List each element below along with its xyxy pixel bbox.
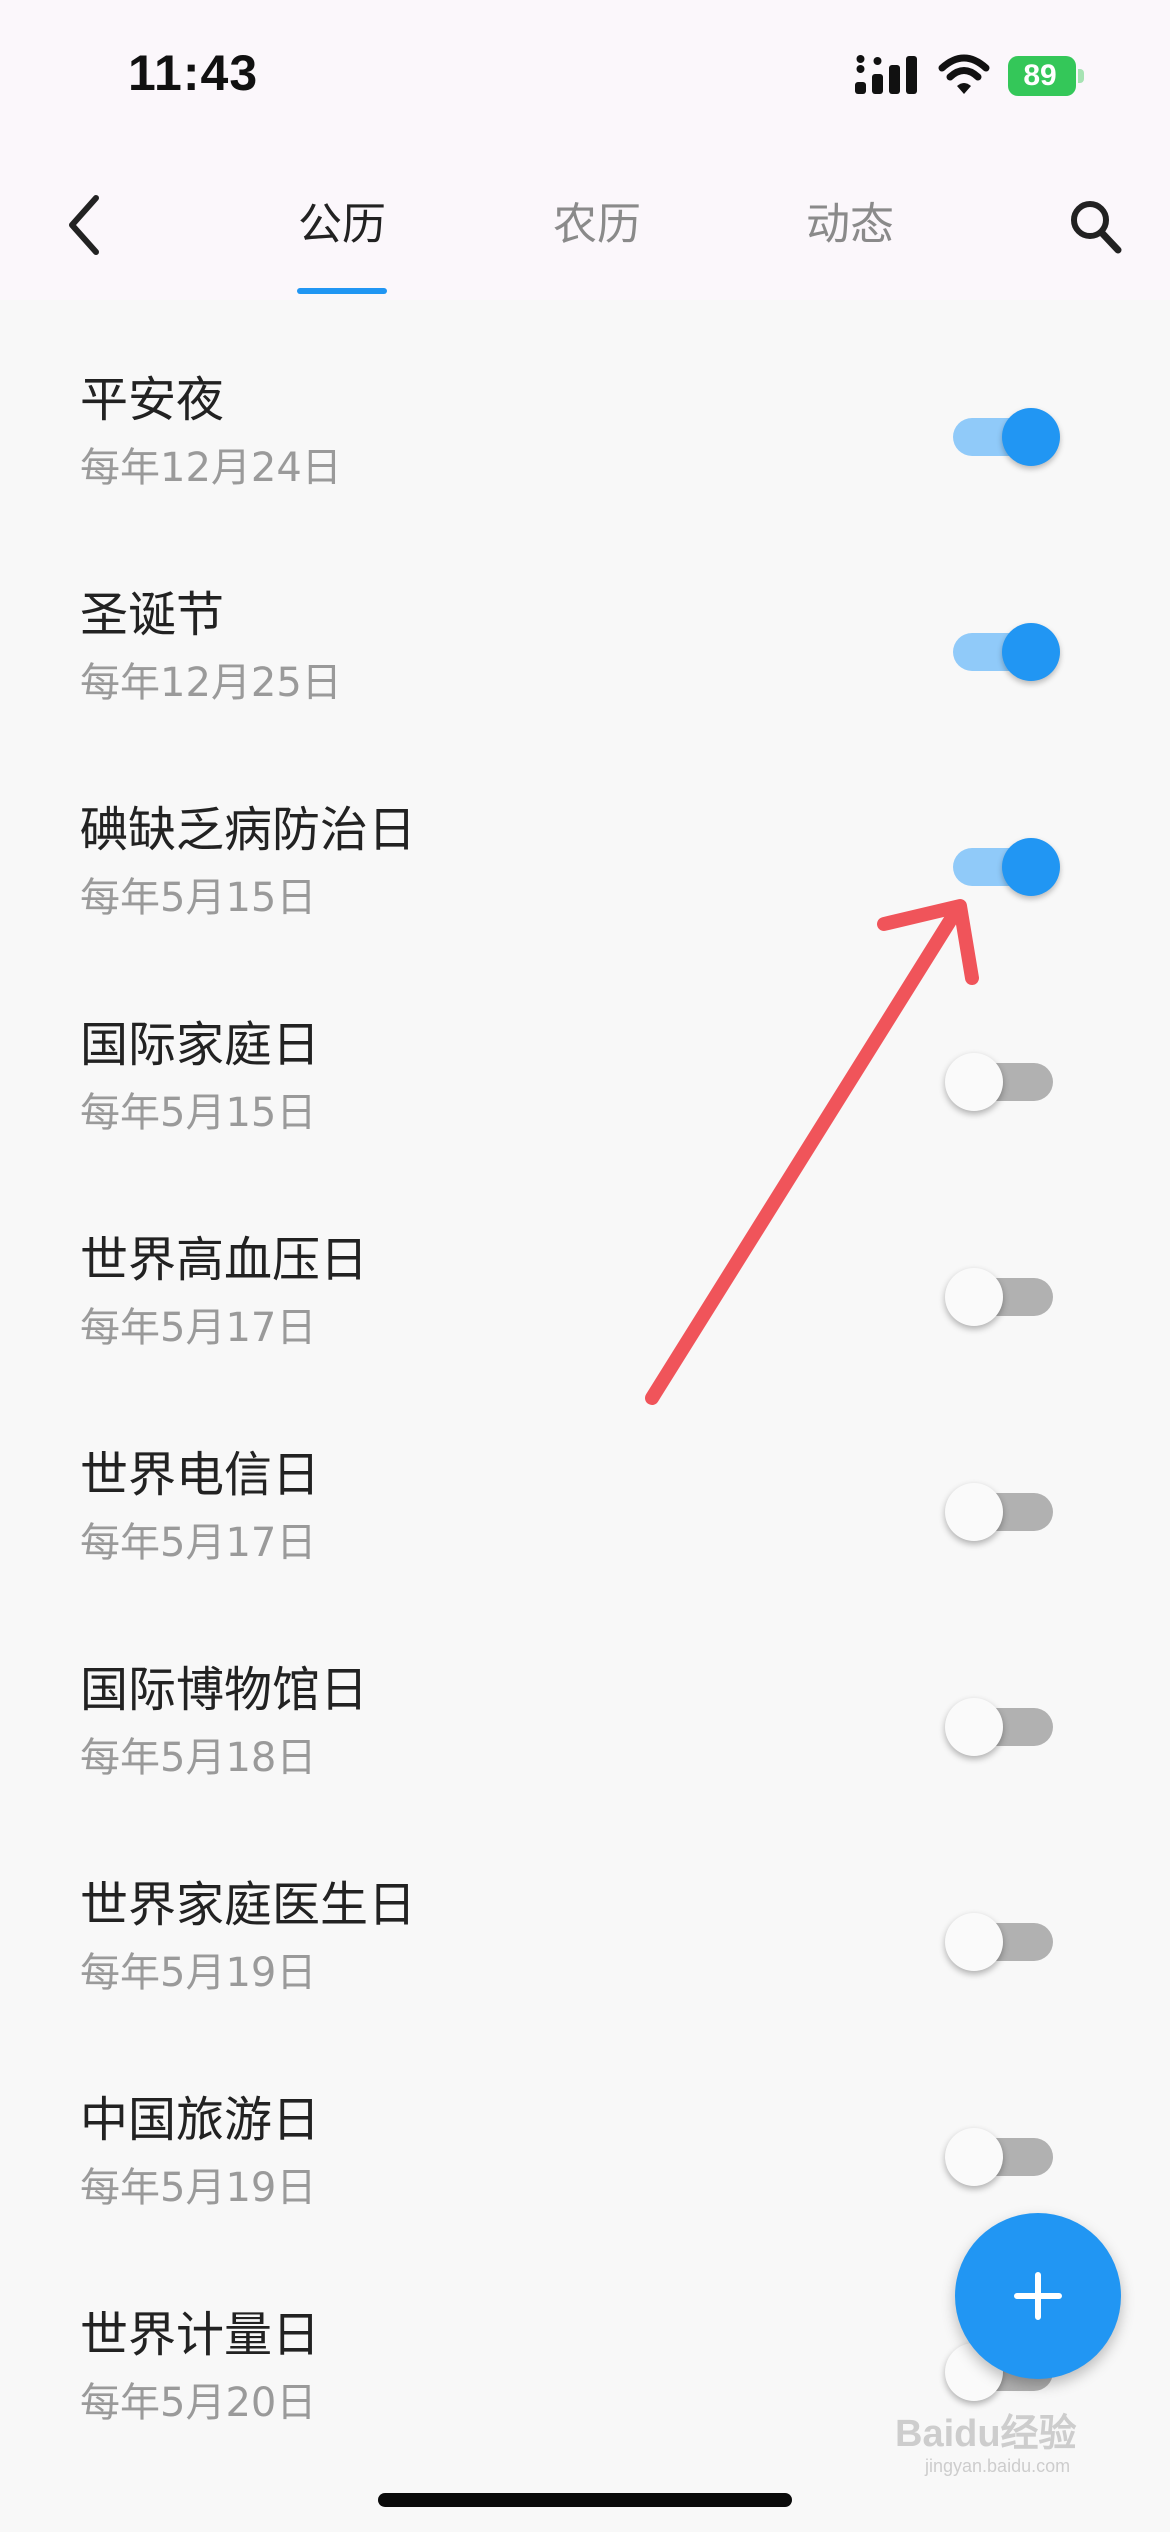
list-item[interactable]: 圣诞节 每年12月25日 [0,540,1170,755]
status-bar: 11:43 89 [0,0,1170,150]
toggle-knob [1002,838,1060,896]
holiday-date: 每年5月17日 [80,1305,317,1351]
holiday-toggle[interactable] [945,1690,1060,1760]
list-item[interactable]: 国际博物馆日 每年5月18日 [0,1615,1170,1830]
top-bar: 11:43 89 公历 农历 动态 [0,0,1170,300]
toggle-knob [945,2128,1003,2186]
home-indicator[interactable] [378,2493,792,2507]
holiday-date: 每年5月18日 [80,1735,317,1781]
cellular-signal-icon [855,55,917,94]
status-time: 11:43 [128,45,259,101]
holiday-date: 每年5月19日 [80,1950,317,1996]
holiday-date: 每年5月17日 [80,1520,317,1566]
holiday-title: 碘缺乏病防治日 [80,802,417,858]
toggle-knob [945,1698,1003,1756]
holiday-toggle[interactable] [945,615,1060,685]
holiday-date: 每年5月15日 [80,1090,317,1136]
watermark-text: Baidu经验 [895,2413,1077,2455]
watermark: Baidu经验 jingyan.baidu.com [895,2412,1115,2482]
holiday-title: 世界高血压日 [80,1232,369,1288]
tab-lunar-calendar[interactable]: 农历 [527,190,667,260]
holiday-toggle[interactable] [945,1475,1060,1545]
holiday-toggle[interactable] [945,400,1060,470]
holiday-title: 世界家庭医生日 [80,1877,417,1933]
tab-feed[interactable]: 动态 [780,190,920,260]
holiday-title: 世界计量日 [80,2307,321,2363]
holiday-toggle[interactable] [945,1905,1060,1975]
add-button[interactable] [955,2213,1121,2379]
holiday-date: 每年5月15日 [80,875,317,921]
toggle-knob [945,1483,1003,1541]
list-item[interactable]: 平安夜 每年12月24日 [0,325,1170,540]
holiday-title: 中国旅游日 [80,2092,321,2148]
holiday-date: 每年12月24日 [80,445,342,491]
battery-cap [1078,69,1084,83]
search-icon[interactable] [1068,196,1124,256]
plus-icon [1014,2272,1062,2320]
toggle-knob [1002,623,1060,681]
holiday-toggle[interactable] [945,2120,1060,2190]
holiday-title: 圣诞节 [80,587,225,643]
active-tab-indicator [297,288,387,294]
holiday-date: 每年5月20日 [80,2380,317,2426]
toggle-knob [1002,408,1060,466]
holiday-title: 国际博物馆日 [80,1662,369,1718]
battery-level: 89 [1023,59,1057,92]
watermark-subtext: jingyan.baidu.com [925,2456,1071,2476]
battery-icon: 89 [1008,56,1084,96]
holiday-date: 每年12月25日 [80,660,342,706]
tab-solar-calendar[interactable]: 公历 [272,190,412,260]
holiday-title: 世界电信日 [80,1447,321,1503]
holiday-title: 国际家庭日 [80,1017,321,1073]
wifi-icon [938,54,990,94]
list-item[interactable]: 世界家庭医生日 每年5月19日 [0,1830,1170,2045]
chevron-left-icon[interactable] [60,190,110,260]
toggle-knob [945,1913,1003,1971]
list-item[interactable]: 世界电信日 每年5月17日 [0,1400,1170,1615]
holiday-date: 每年5月19日 [80,2165,317,2211]
holiday-title: 平安夜 [80,372,225,428]
annotation-arrow-icon [645,899,979,1405]
